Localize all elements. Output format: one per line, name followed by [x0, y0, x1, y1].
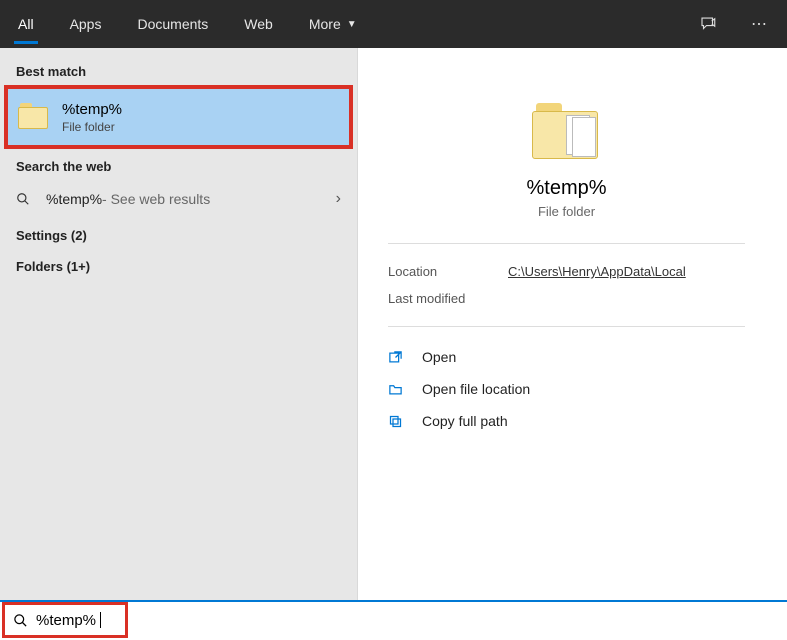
tab-label: All	[18, 16, 34, 32]
best-match-result[interactable]: %temp% File folder	[4, 85, 353, 149]
feedback-icon[interactable]	[699, 15, 739, 33]
detail-title: %temp%	[388, 177, 745, 200]
location-value[interactable]: C:\Users\Henry\AppData\Local	[508, 264, 686, 279]
web-result-row[interactable]: %temp% - See web results ›	[0, 180, 357, 218]
detail-panel: %temp% File folder Location C:\Users\Hen…	[358, 60, 775, 588]
tab-more[interactable]: More ▼	[291, 0, 375, 48]
best-match-title: %temp%	[62, 101, 122, 118]
web-result-query: %temp%	[46, 191, 102, 207]
action-label: Copy full path	[422, 413, 508, 429]
action-copy-path[interactable]: Copy full path	[388, 405, 745, 437]
folders-heading[interactable]: Folders (1+)	[0, 249, 357, 280]
settings-heading[interactable]: Settings (2)	[0, 218, 357, 249]
location-label: Location	[388, 264, 508, 279]
folder-open-icon	[388, 382, 410, 397]
tab-label: More	[309, 16, 341, 32]
tab-web[interactable]: Web	[226, 0, 291, 48]
tab-label: Apps	[70, 16, 102, 32]
open-icon	[388, 350, 410, 365]
copy-icon	[388, 414, 410, 429]
search-query-text: %temp%	[36, 612, 96, 629]
tab-apps[interactable]: Apps	[52, 0, 120, 48]
action-label: Open	[422, 349, 456, 365]
header-tabs: All Apps Documents Web More ▼ ⋯	[0, 0, 787, 48]
text-cursor	[100, 612, 101, 628]
last-modified-label: Last modified	[388, 291, 508, 306]
action-open[interactable]: Open	[388, 341, 745, 373]
results-panel: Best match %temp% File folder Search the…	[0, 48, 358, 600]
search-bar[interactable]: %temp%	[0, 600, 787, 640]
tab-documents[interactable]: Documents	[119, 0, 226, 48]
action-open-location[interactable]: Open file location	[388, 373, 745, 405]
chevron-down-icon: ▼	[347, 19, 357, 30]
best-match-heading: Best match	[0, 54, 357, 85]
search-icon	[16, 192, 36, 206]
web-result-suffix: - See web results	[102, 191, 210, 207]
search-icon	[13, 613, 28, 628]
tab-all[interactable]: All	[0, 0, 52, 48]
search-input-highlight[interactable]: %temp%	[2, 602, 128, 638]
detail-subtitle: File folder	[388, 204, 745, 219]
chevron-right-icon: ›	[336, 190, 341, 208]
folder-icon	[18, 103, 50, 131]
tab-label: Documents	[137, 16, 208, 32]
tab-label: Web	[244, 16, 273, 32]
folder-large-icon	[532, 103, 602, 163]
more-options-icon[interactable]: ⋯	[739, 14, 779, 34]
action-label: Open file location	[422, 381, 530, 397]
best-match-subtitle: File folder	[62, 120, 122, 134]
search-web-heading: Search the web	[0, 149, 357, 180]
